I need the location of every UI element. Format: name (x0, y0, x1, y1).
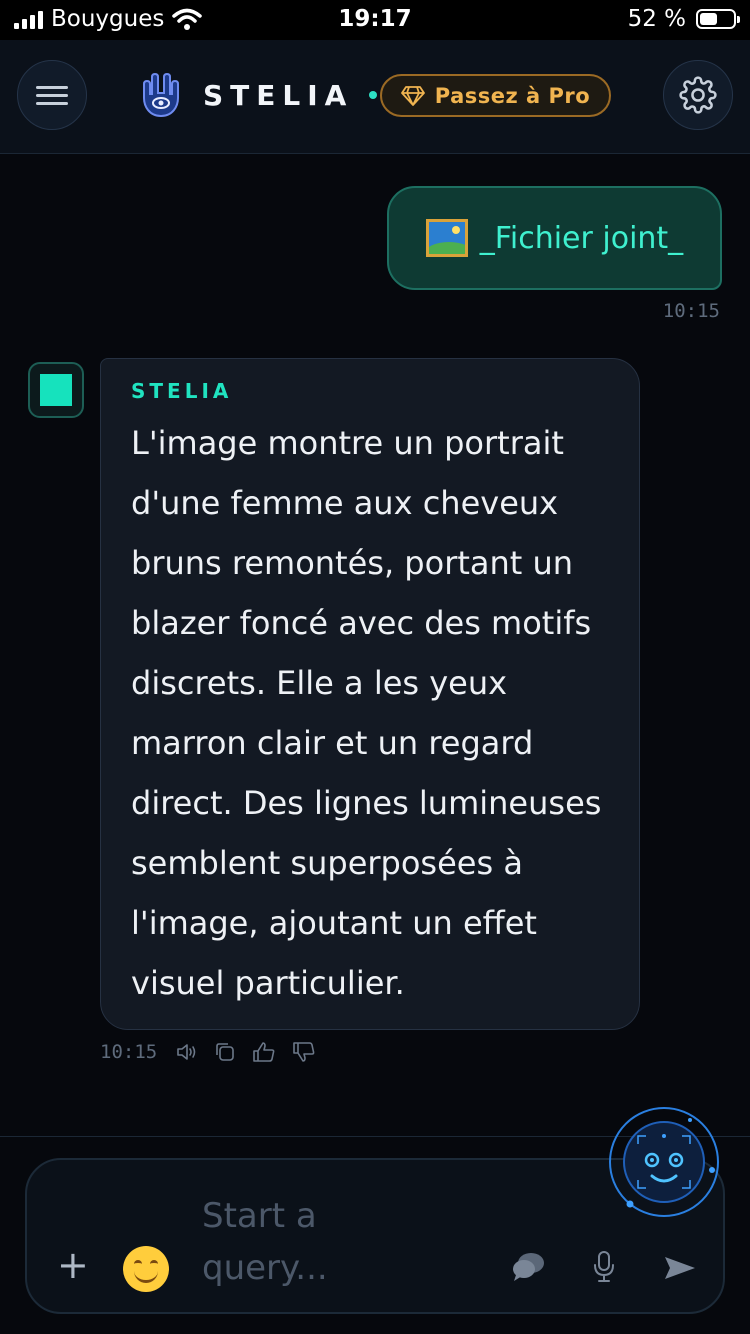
emoji-button[interactable] (123, 1246, 169, 1292)
online-status-dot (369, 91, 378, 99)
battery-percent: 52 % (627, 6, 686, 32)
bot-message-meta: 10:15 (100, 1040, 317, 1064)
thumbs-down-icon[interactable] (291, 1040, 317, 1064)
settings-button[interactable] (663, 60, 733, 130)
diamond-icon (400, 85, 425, 106)
battery-icon (696, 9, 740, 29)
hamburger-icon (36, 81, 68, 110)
hamsa-logo-icon (143, 72, 179, 118)
status-bar: Bouygues 19:17 52 % (0, 0, 750, 40)
speaker-icon[interactable] (175, 1041, 199, 1063)
user-message-time: 10:15 (662, 300, 720, 322)
bot-message-bubble[interactable]: STELIA L'image montre un portrait d'une … (100, 358, 640, 1030)
microphone-icon[interactable] (592, 1250, 616, 1284)
brand-name: STELIA (203, 78, 354, 112)
menu-button[interactable] (17, 60, 87, 130)
bot-message-time: 10:15 (100, 1041, 158, 1063)
bot-sender-name: STELIA (131, 379, 233, 403)
copy-icon[interactable] (213, 1040, 237, 1064)
framed-picture-icon (425, 219, 468, 257)
user-message-text: _Fichier joint_ (479, 220, 684, 256)
bot-message-text: L'image montre un portrait d'une femme a… (131, 424, 602, 1002)
user-message-bubble[interactable]: _Fichier joint_ (387, 186, 722, 290)
status-right: 52 % (627, 6, 740, 32)
pro-button-label: Passez à Pro (434, 83, 591, 108)
brand: STELIA (141, 72, 378, 118)
gear-icon (679, 76, 717, 114)
chat-bubbles-icon[interactable] (511, 1250, 547, 1282)
message-input[interactable]: Start a query... (202, 1190, 382, 1294)
thumbs-up-icon[interactable] (251, 1040, 277, 1064)
send-icon[interactable] (663, 1254, 697, 1282)
assistant-robot-icon[interactable] (608, 1106, 720, 1218)
add-attachment-button[interactable]: + (57, 1246, 89, 1284)
bot-avatar (28, 362, 84, 418)
upgrade-pro-button[interactable]: Passez à Pro (380, 74, 611, 117)
app-header: STELIA Passez à Pro (0, 40, 750, 154)
